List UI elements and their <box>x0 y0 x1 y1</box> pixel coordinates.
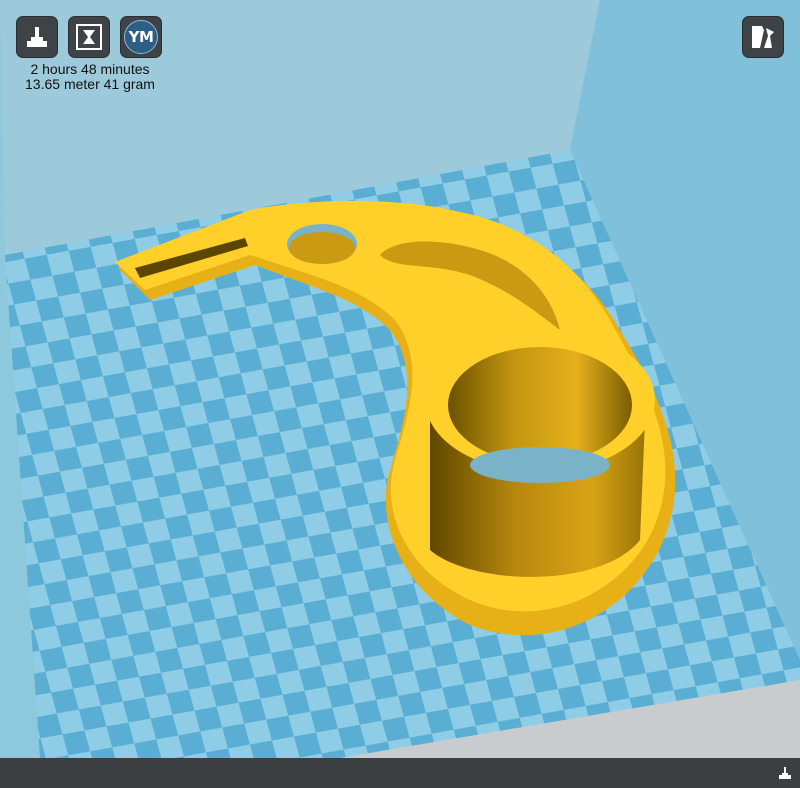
view-mode-icon <box>752 26 774 48</box>
top-toolbar: YM <box>16 16 162 58</box>
youmagine-label: YM <box>128 28 154 46</box>
status-bar <box>0 758 800 788</box>
print-time: 2 hours 48 minutes <box>30 61 150 77</box>
print-estimate: 2 hours 48 minutes 13.65 meter 41 gram <box>0 62 180 92</box>
print-material: 13.65 meter 41 gram <box>25 76 155 92</box>
load-model-icon <box>27 27 47 47</box>
tray-icon[interactable] <box>778 766 792 780</box>
view-mode-button[interactable] <box>742 16 784 58</box>
load-model-button[interactable] <box>16 16 58 58</box>
youmagine-button[interactable]: YM <box>120 16 162 58</box>
3d-viewport[interactable] <box>0 0 800 758</box>
print-button[interactable] <box>68 16 110 58</box>
youmagine-icon: YM <box>124 20 158 54</box>
hourglass-print-icon <box>76 24 102 50</box>
scene-svg <box>0 0 800 758</box>
